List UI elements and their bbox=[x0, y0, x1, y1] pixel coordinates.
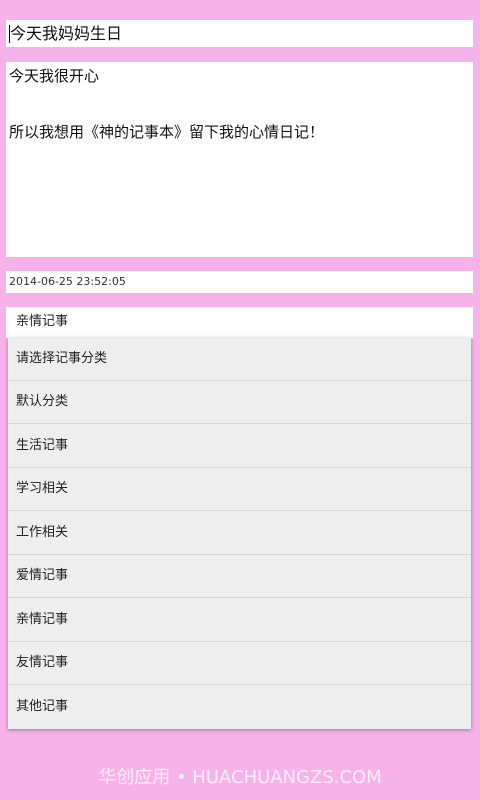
title-input[interactable]: 今天我妈妈生日 bbox=[6, 20, 473, 47]
dropdown-option[interactable]: 学习相关 bbox=[8, 468, 471, 511]
category-selected-value: 亲情记事 bbox=[16, 314, 69, 329]
dropdown-option[interactable]: 生活记事 bbox=[8, 425, 471, 468]
dropdown-option-label: 其他记事 bbox=[16, 699, 69, 714]
dropdown-option-label: 亲情记事 bbox=[16, 612, 69, 627]
dropdown-option-label: 工作相关 bbox=[16, 525, 69, 540]
watermark: 华创应用 • HUACHUANGZS.COM bbox=[98, 767, 382, 788]
content-line-1: 今天我很开心 bbox=[9, 67, 100, 85]
dropdown-option-label: 生活记事 bbox=[16, 438, 69, 453]
dropdown-option[interactable]: 其他记事 bbox=[8, 686, 471, 729]
dropdown-option[interactable]: 工作相关 bbox=[8, 512, 471, 555]
content-line-2: 所以我想用《神的记事本》留下我的心情日记！ bbox=[9, 123, 325, 141]
dropdown-option-label: 请选择记事分类 bbox=[16, 351, 108, 366]
title-input-value: 今天我妈妈生日 bbox=[10, 24, 123, 43]
dropdown-option[interactable]: 亲情记事 bbox=[8, 599, 471, 642]
category-select[interactable]: 亲情记事 bbox=[6, 307, 473, 338]
dropdown-option[interactable]: 默认分类 bbox=[8, 381, 471, 424]
dropdown-option-label: 爱情记事 bbox=[16, 568, 69, 583]
datetime-field[interactable]: 2014-06-25 23:52:05 bbox=[6, 271, 473, 293]
content-textarea[interactable]: 今天我很开心 所以我想用《神的记事本》留下我的心情日记！ bbox=[6, 62, 473, 257]
dropdown-option-label: 学习相关 bbox=[16, 481, 69, 496]
dropdown-option[interactable]: 请选择记事分类 bbox=[8, 338, 471, 381]
dropdown-option-label: 默认分类 bbox=[16, 394, 69, 409]
category-dropdown-list: 请选择记事分类 默认分类 生活记事 学习相关 工作相关 爱情记事 亲情记事 友情… bbox=[8, 338, 471, 729]
dropdown-option[interactable]: 友情记事 bbox=[8, 642, 471, 685]
dropdown-option-label: 友情记事 bbox=[16, 655, 69, 670]
datetime-value: 2014-06-25 23:52:05 bbox=[9, 275, 126, 288]
dropdown-option[interactable]: 爱情记事 bbox=[8, 555, 471, 598]
